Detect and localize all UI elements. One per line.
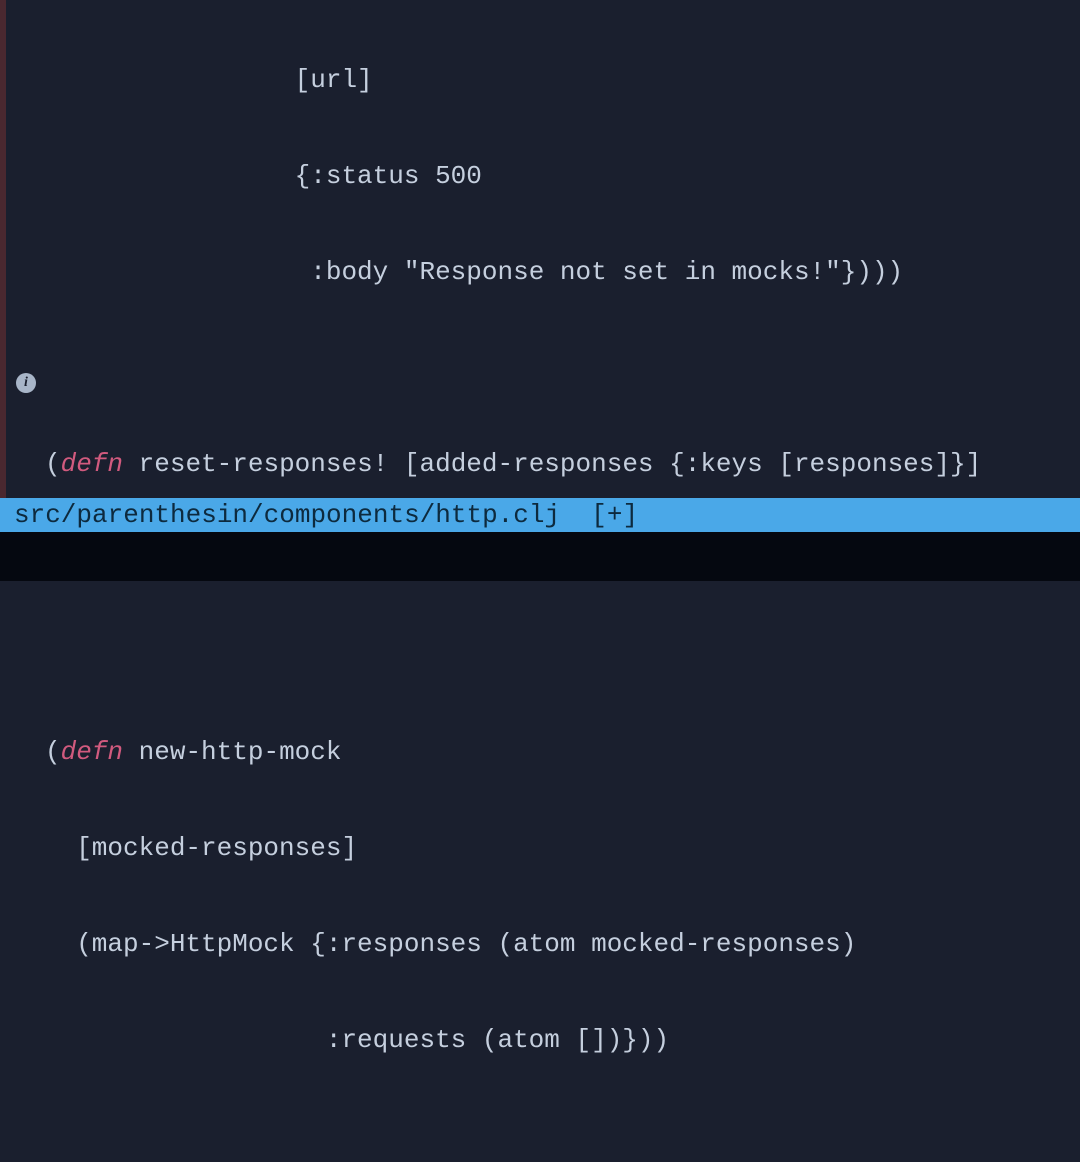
code-line: {:status 500 (45, 160, 1080, 192)
modified-flag: [+] (560, 500, 638, 530)
code-text (123, 449, 139, 479)
code-text: (map->HttpMock {:responses (atom mocked-… (45, 929, 856, 959)
code-text (45, 161, 295, 191)
code-text: :body (310, 257, 404, 287)
code-text: }))) (841, 257, 903, 287)
code-line: (defn reset-responses! [added-responses … (45, 448, 1080, 480)
gutter: i (0, 0, 45, 498)
code-line: [url] (45, 64, 1080, 96)
code-text (123, 737, 139, 767)
code-text: ( (45, 737, 61, 767)
keyword-defn: defn (61, 737, 123, 767)
code-text: :requests (atom [])})) (45, 1025, 669, 1055)
code-line (45, 352, 1080, 384)
code-text: "Response not set in mocks!" (404, 257, 841, 287)
code-line: :requests (atom [])})) (45, 1024, 1080, 1056)
code-area[interactable]: [url] {:status 500 :body "Response not s… (45, 0, 1080, 498)
code-text (45, 257, 310, 287)
function-name: new-http-mock (139, 737, 342, 767)
keyword-defn: defn (61, 449, 123, 479)
code-line: (map->HttpMock {:responses (atom mocked-… (45, 928, 1080, 960)
info-icon[interactable]: i (16, 373, 36, 393)
code-line (45, 640, 1080, 672)
code-text: [added-responses {:keys [responses]}] (388, 449, 981, 479)
code-text: [url] (45, 65, 373, 95)
code-line: (defn new-http-mock (45, 736, 1080, 768)
code-line: :body "Response not set in mocks!"}))) (45, 256, 1080, 288)
function-name: reset-responses! (139, 449, 389, 479)
code-text: 500 (435, 161, 482, 191)
code-line: [mocked-responses] (45, 832, 1080, 864)
code-text: {:status (295, 161, 435, 191)
code-text: [mocked-responses] (45, 833, 357, 863)
file-path: src/parenthesin/components/http.clj (14, 500, 560, 530)
editor-pane[interactable]: i [url] {:status 500 :body "Response not… (0, 0, 1080, 498)
code-text: ( (45, 449, 61, 479)
status-line: src/parenthesin/components/http.clj [+] (0, 498, 1080, 532)
command-line[interactable] (0, 532, 1080, 581)
code-line (45, 1120, 1080, 1152)
